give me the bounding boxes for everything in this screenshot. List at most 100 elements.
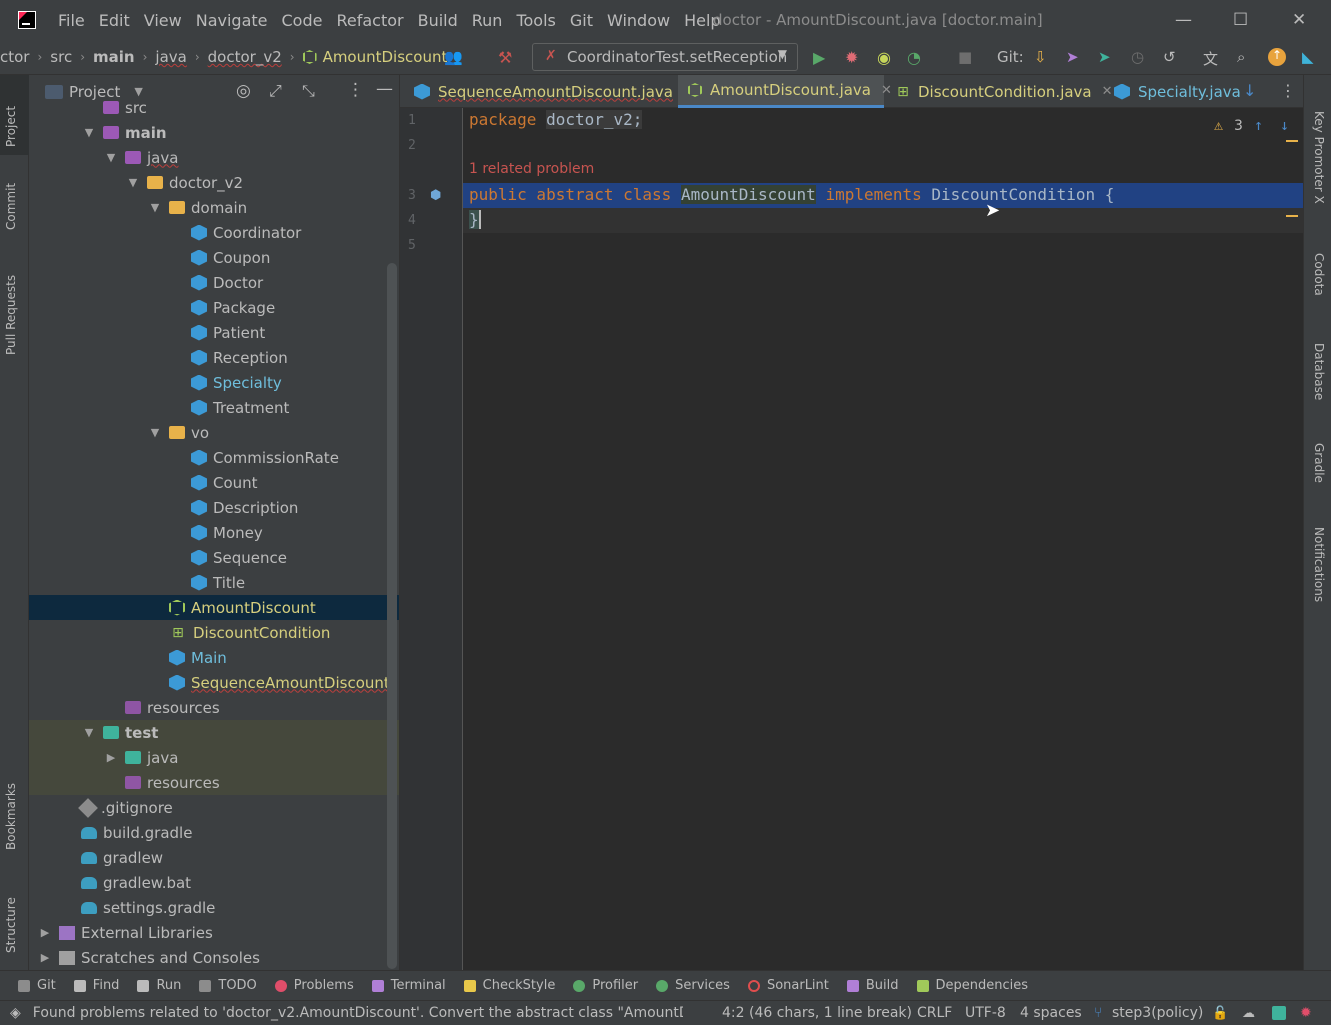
ai-assistant-icon[interactable]: ☁ [1242,1006,1255,1021]
chevron-down-icon[interactable]: ▼ [147,426,163,439]
tree-item[interactable]: ▼ domain [29,195,399,220]
tool-tab-key-promoter[interactable]: Key Promoter X [1312,111,1326,204]
line-separator[interactable]: CRLF [917,1005,952,1021]
tree-item[interactable]: Money [29,520,399,545]
stop-icon[interactable]: ■ [958,48,976,66]
profiler-icon[interactable]: ◔ [907,48,925,67]
tool-problems[interactable]: Problems [274,978,354,993]
tree-item[interactable]: Title [29,570,399,595]
tree-item[interactable]: resources [29,695,399,720]
git-branch[interactable]: step3(policy) [1112,1005,1203,1021]
code-with-me-icon[interactable]: ◣ [1302,48,1320,66]
tool-services[interactable]: Services [656,978,730,993]
tree-item[interactable]: AmountDiscount [29,595,399,620]
indent-setting[interactable]: 4 spaces [1020,1005,1082,1021]
debug-icon[interactable]: ✹ [845,48,863,67]
tree-item[interactable]: src [29,95,399,120]
implements-gutter-icon[interactable]: ⬢ [430,188,441,203]
breadcrumb-java[interactable]: java [155,48,186,66]
tree-item[interactable]: gradlew.bat [29,870,399,895]
tree-item[interactable]: Patient [29,320,399,345]
tool-tab-gradle[interactable]: Gradle [1312,443,1326,483]
menu-tools[interactable]: Tools [516,11,555,30]
tool-build[interactable]: Build [846,978,899,993]
menu-run[interactable]: Run [472,11,503,30]
tree-item[interactable]: Treatment [29,395,399,420]
tree-item[interactable]: ▼ main [29,120,399,145]
warning-icon[interactable]: ⚠ [1214,116,1223,134]
breadcrumb-package[interactable]: doctor_v2 [208,48,282,66]
tab-specialty[interactable]: Specialty.java [1114,75,1241,108]
tool-dependencies[interactable]: Dependencies [916,978,1028,993]
previous-highlight-icon[interactable]: ↑ [1254,116,1263,134]
tree-item[interactable]: Count [29,470,399,495]
menu-code[interactable]: Code [282,11,323,30]
tree-item[interactable]: ▶ External Libraries [29,920,399,945]
menu-view[interactable]: View [144,11,182,30]
tool-tab-codota[interactable]: Codota [1312,253,1326,296]
coverage-icon[interactable]: ◉ [877,48,895,67]
menu-edit[interactable]: Edit [99,11,130,30]
related-problem-hint[interactable]: 1 related problem [469,161,594,177]
tree-item[interactable]: ⊞ DiscountCondition [29,620,399,645]
chevron-right-icon[interactable]: ▶ [37,926,53,939]
update-icon[interactable]: ↑ [1268,48,1286,66]
file-encoding[interactable]: UTF-8 [965,1005,1006,1021]
menu-build[interactable]: Build [418,11,458,30]
run-icon[interactable]: ▶ [813,48,831,67]
tool-tab-pull-requests[interactable]: Pull Requests [4,275,18,355]
tree-item[interactable]: ▼ doctor_v2 [29,170,399,195]
chevron-right-icon[interactable]: ▶ [37,951,53,964]
status-message[interactable]: Found problems related to 'doctor_v2.Amo… [33,1005,683,1021]
lock-icon[interactable]: 🔓 [1212,1006,1228,1021]
tree-item[interactable]: ▶ java [29,745,399,770]
tree-item[interactable]: Description [29,495,399,520]
chevron-down-icon[interactable]: ▼ [147,201,163,214]
breadcrumb-class[interactable]: AmountDiscount [323,48,448,66]
close-icon[interactable]: ✕ [1102,84,1113,99]
tree-item[interactable]: CommissionRate [29,445,399,470]
tree-item[interactable]: gradlew [29,845,399,870]
tree-item[interactable]: Sequence [29,545,399,570]
project-scrollbar[interactable] [387,263,397,969]
tool-sonarlint[interactable]: SonarLint [747,978,829,993]
tool-run[interactable]: Run [137,978,181,993]
tool-checkstyle[interactable]: CheckStyle [463,978,555,993]
tool-tab-database[interactable]: Database [1312,343,1326,400]
tree-item[interactable]: ▼ java [29,145,399,170]
error-stripe-mark[interactable] [1286,215,1298,217]
arrow-down-icon[interactable]: ↓ [1243,81,1256,100]
tree-item[interactable]: SequenceAmountDiscount [29,670,399,695]
tab-discount-condition[interactable]: ⊞ DiscountCondition.java ✕ [894,75,1113,108]
chevron-down-icon[interactable]: ▼ [81,126,97,139]
tree-item[interactable]: resources [29,770,399,795]
chevron-right-icon[interactable]: ▶ [103,751,119,764]
build-hammer-icon[interactable]: ⚒ [498,48,516,67]
close-icon[interactable]: ✕ [881,83,892,98]
tool-tab-commit[interactable]: Commit [4,183,18,230]
chevron-down-icon[interactable]: ▼ [81,726,97,739]
more-tabs-icon[interactable]: ⋮ [1280,81,1296,100]
tool-find[interactable]: Find [73,978,119,993]
rollback-icon[interactable]: ↺ [1163,48,1181,66]
codota-status-icon[interactable] [1272,1006,1286,1020]
chevron-down-icon[interactable]: ▼ [125,176,141,189]
tool-git[interactable]: Git [18,978,56,993]
tree-item[interactable]: Main [29,645,399,670]
tree-item[interactable]: build.gradle [29,820,399,845]
tree-item[interactable]: Coordinator [29,220,399,245]
git-commit-icon[interactable]: ➤ [1098,48,1116,66]
tool-profiler[interactable]: Profiler [573,978,638,993]
tree-item[interactable]: ▼ test [29,720,399,745]
breadcrumb-project[interactable]: ctor [0,48,29,66]
tree-item[interactable]: Coupon [29,245,399,270]
tool-tab-notifications[interactable]: Notifications [1312,527,1326,602]
breadcrumb-src[interactable]: src [50,48,72,66]
caret-position[interactable]: 4:2 (46 chars, 1 line break) [722,1005,912,1021]
breadcrumb-main[interactable]: main [93,48,135,66]
tree-item[interactable]: ▼ vo [29,420,399,445]
menu-file[interactable]: File [58,11,85,30]
git-push-icon[interactable]: ➤ [1066,48,1084,66]
tool-tab-project[interactable]: Project [4,106,18,147]
maximize-button[interactable]: ☐ [1233,10,1248,30]
